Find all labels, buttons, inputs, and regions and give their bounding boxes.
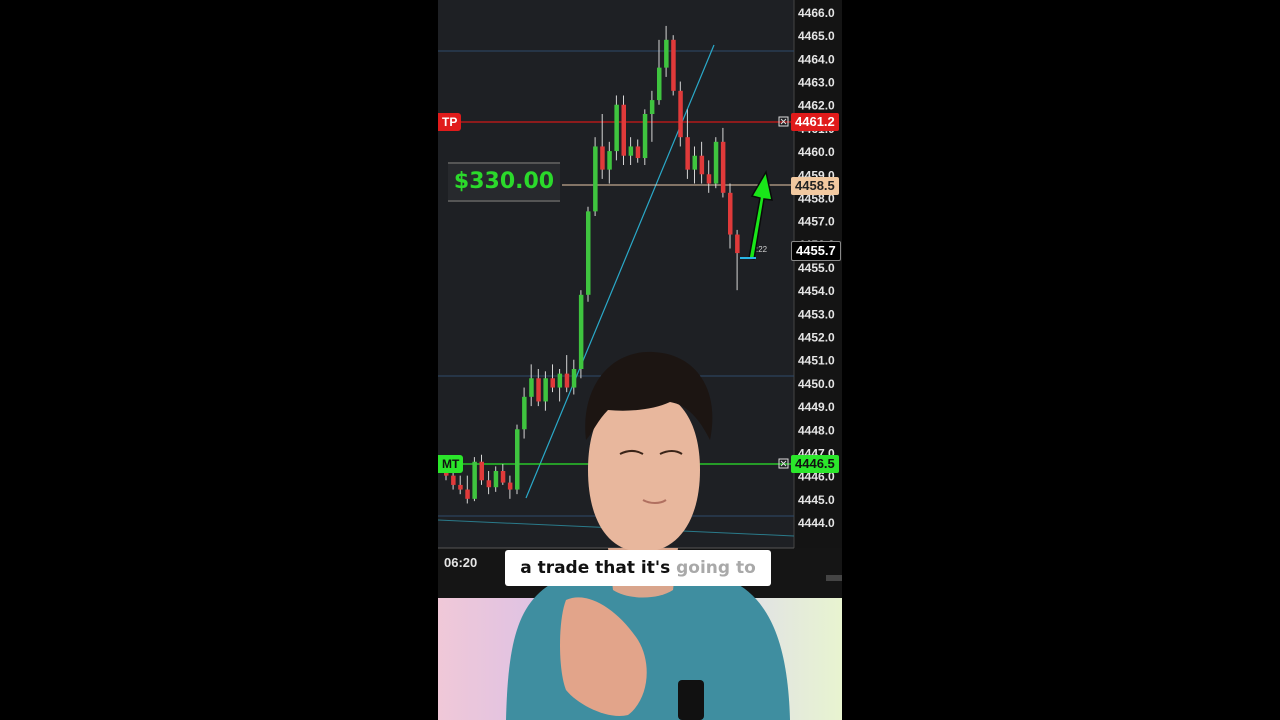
caption-upcoming: going to — [676, 558, 756, 578]
caption-spoken: a trade that it's — [520, 558, 671, 578]
video-frame: 4466.04465.04464.04463.04462.04461.04460… — [438, 0, 842, 720]
caption-box: a trade that it's going to — [505, 550, 771, 586]
presenter-figure — [506, 351, 790, 720]
